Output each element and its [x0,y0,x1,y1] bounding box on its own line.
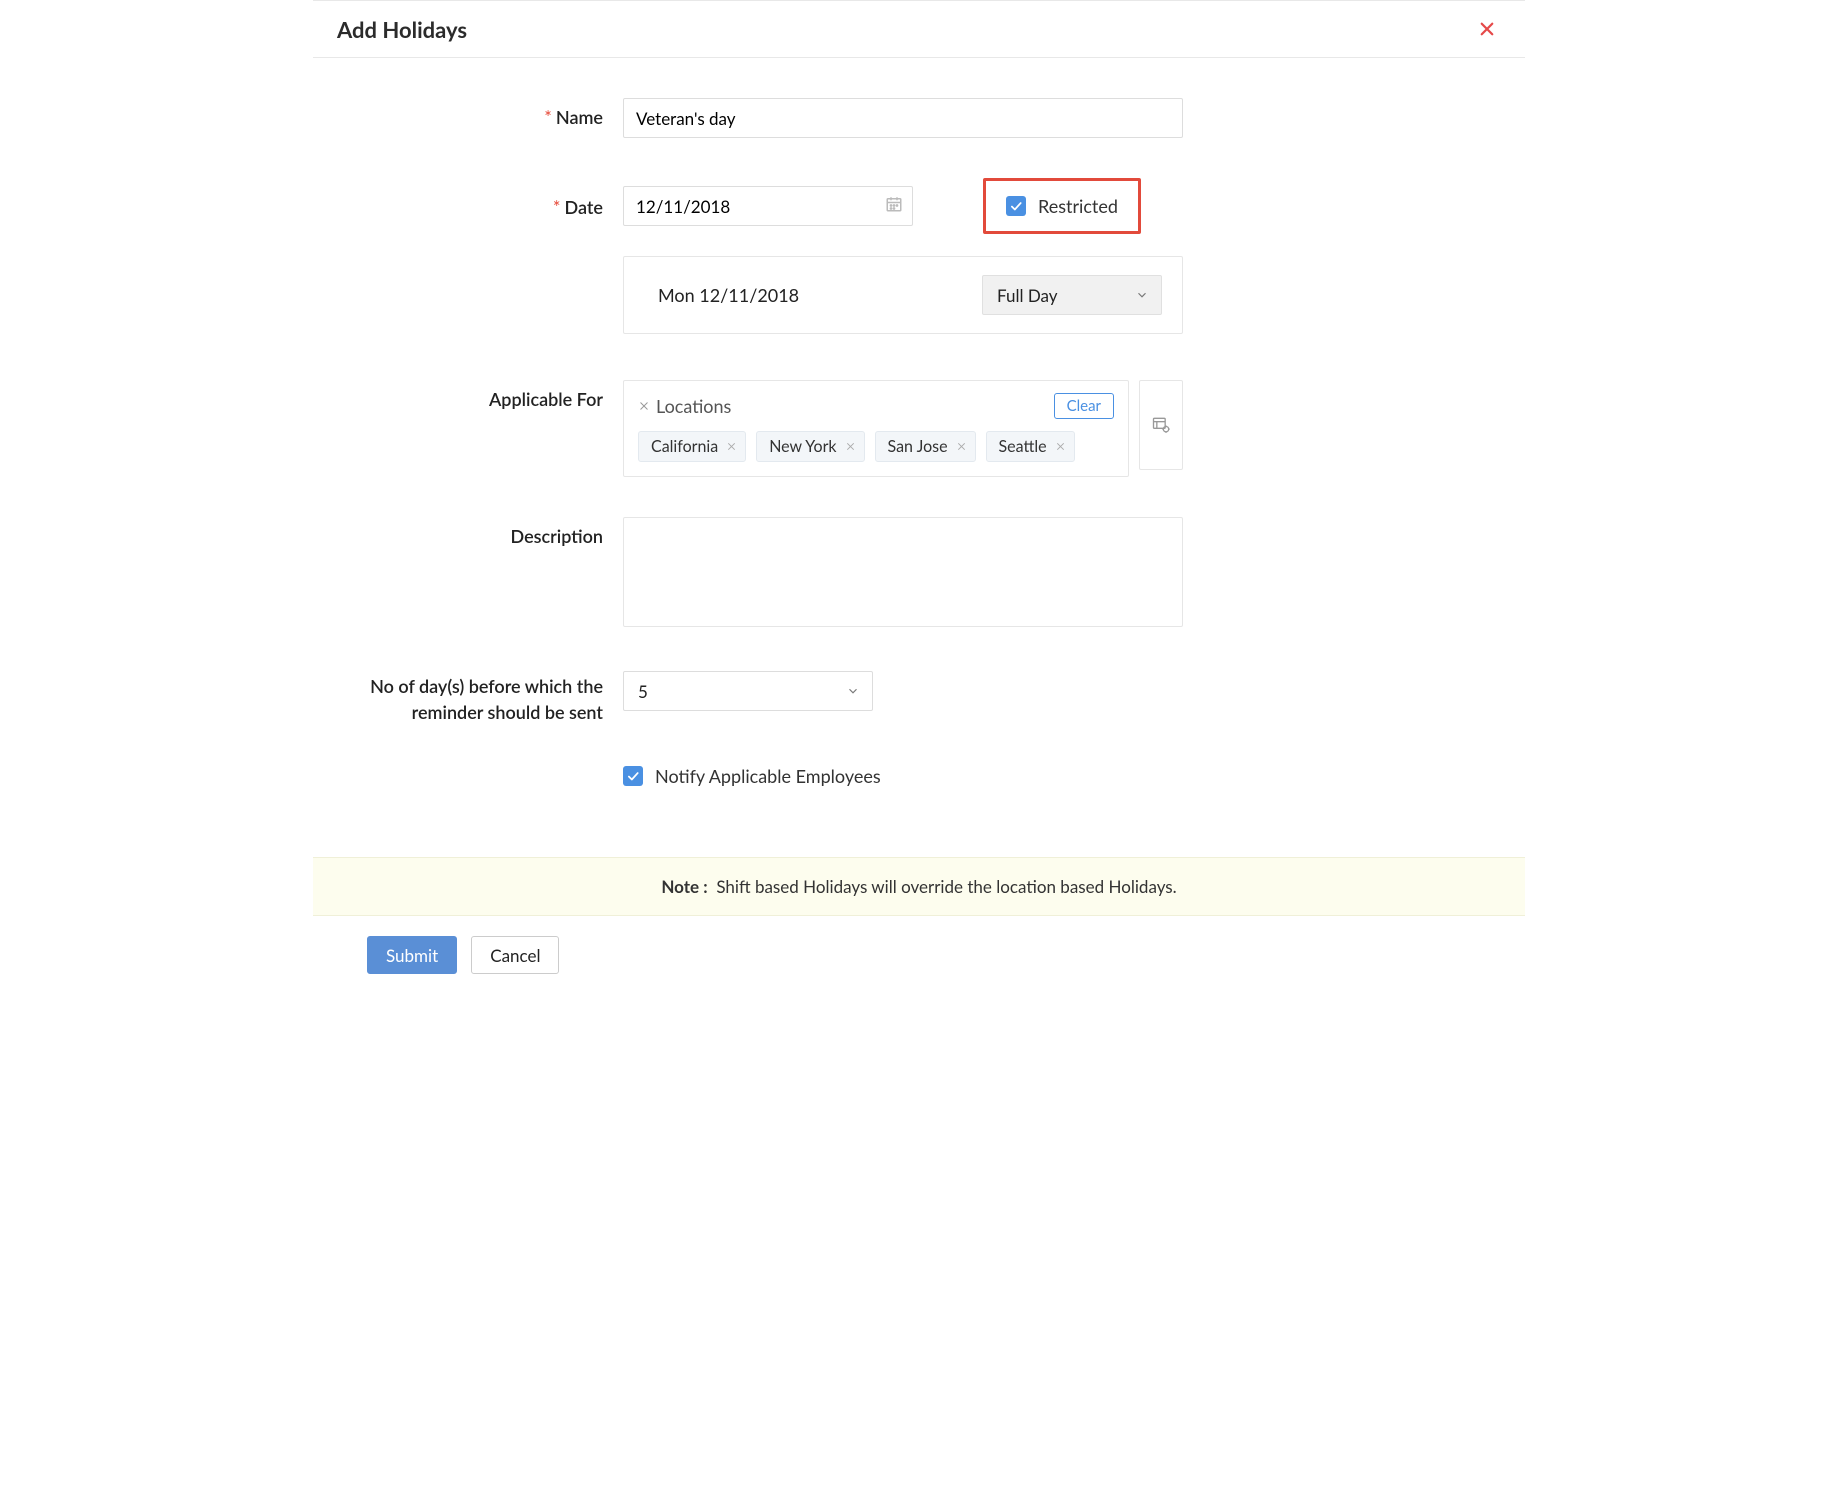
label-reminder-days: No of day(s) before which the reminder s… [313,671,623,725]
notify-label: Notify Applicable Employees [655,765,881,787]
add-holidays-dialog: Add Holidays *Name *Date [313,0,1525,994]
description-input[interactable] [623,517,1183,627]
day-display: Mon 12/11/2018 [658,284,799,306]
filter-settings-icon[interactable] [1139,380,1183,470]
day-type-select[interactable]: Full Day [982,275,1162,315]
close-icon[interactable] [1473,15,1501,43]
location-chip: California [638,431,746,462]
applicable-for-box: Locations Clear California New York San Jo… [623,380,1129,477]
chip-remove-icon[interactable] [845,438,856,455]
note-bar: Note : Shift based Holidays will overrid… [313,857,1525,916]
day-panel: Mon 12/11/2018 Full Day [623,256,1183,334]
location-chip-label: New York [769,437,836,456]
location-chip-label: California [651,437,718,456]
cancel-button[interactable]: Cancel [471,936,559,974]
clear-button[interactable]: Clear [1054,393,1114,419]
chip-remove-icon[interactable] [726,438,737,455]
restricted-label: Restricted [1038,195,1118,217]
date-input[interactable] [623,186,913,226]
note-prefix: Note : [661,876,707,897]
remove-filter-icon[interactable] [638,400,650,412]
location-chip-label: San Jose [888,437,948,456]
dialog-header: Add Holidays [313,1,1525,58]
name-input[interactable] [623,98,1183,138]
row-name: *Name [313,98,1525,138]
date-input-wrap [623,186,913,226]
required-asterisk: * [553,196,561,218]
restricted-checkbox[interactable] [1006,196,1026,216]
row-description: Description [313,517,1525,631]
location-chip: Seattle [986,431,1075,462]
dialog-title: Add Holidays [337,16,467,43]
chevron-down-icon [1135,288,1149,302]
locations-label: Locations [656,395,731,417]
row-notify: Notify Applicable Employees [313,765,1525,787]
date-row: Restricted [623,178,1183,234]
row-reminder-days: No of day(s) before which the reminder s… [313,671,1525,725]
row-applicable-for: Applicable For Locations Clear [313,380,1525,477]
restricted-highlight: Restricted [983,178,1141,234]
location-chip-list: California New York San Jose Seattle [638,431,1114,462]
label-name: *Name [313,98,623,128]
location-chip: San Jose [875,431,976,462]
label-applicable-for: Applicable For [313,380,623,410]
reminder-days-value: 5 [638,681,648,702]
chip-remove-icon[interactable] [1055,438,1066,455]
location-chip: New York [756,431,864,462]
submit-button[interactable]: Submit [367,936,457,974]
dialog-footer: Submit Cancel [313,916,1525,994]
notify-checkbox[interactable] [623,766,643,786]
label-description: Description [313,517,623,547]
chevron-down-icon [846,684,860,698]
label-date: *Date [313,178,623,218]
calendar-icon[interactable] [885,195,903,217]
note-text: Shift based Holidays will override the l… [716,876,1176,897]
day-type-value: Full Day [997,285,1058,306]
location-chip-label: Seattle [999,437,1047,456]
chip-remove-icon[interactable] [956,438,967,455]
row-date: *Date Restricted [313,178,1525,334]
required-asterisk: * [544,106,552,128]
locations-selector[interactable]: Locations [638,395,731,417]
reminder-days-select[interactable]: 5 [623,671,873,711]
form-body: *Name *Date [313,58,1525,827]
